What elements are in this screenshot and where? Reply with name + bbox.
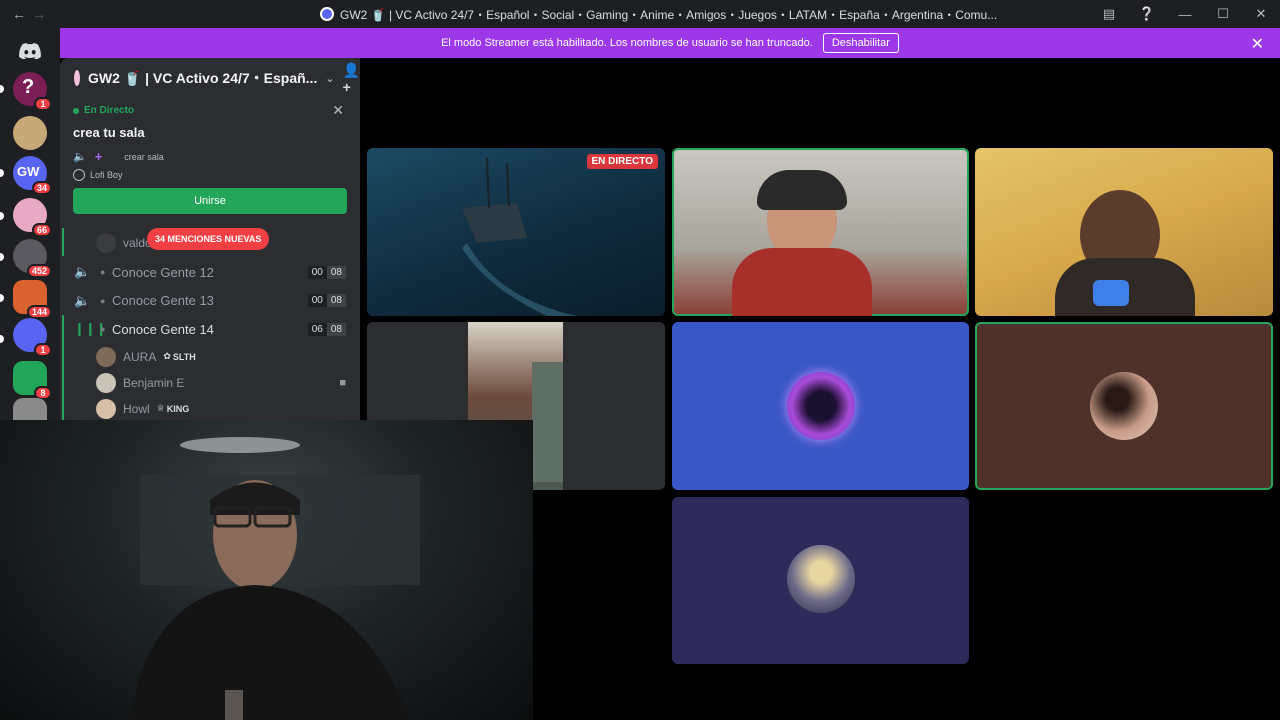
channel-list: valdo 🔈 ● Conoce Gente 12 00 08 🔈 ● Conoc… xyxy=(60,228,360,420)
help-icon[interactable]: ❔ xyxy=(1128,6,1166,22)
chevron-down-icon[interactable]: ⌄ xyxy=(325,72,334,85)
guild-creeper[interactable]: 8 xyxy=(13,361,52,400)
avatar xyxy=(96,398,116,419)
voice-channel-14[interactable]: ❙❙❙ ● Conoce Gente 14 06 08 xyxy=(60,315,360,344)
speaker-icon: 🔈 xyxy=(73,151,87,163)
avatar xyxy=(787,545,855,613)
close-icon[interactable]: ✕ xyxy=(1251,34,1264,54)
guild-question[interactable]: ? 1 xyxy=(13,72,52,111)
stage-channel-name: crear sala xyxy=(124,151,164,162)
arrow-right-icon[interactable]: → xyxy=(32,6,46,22)
disable-streamer-button[interactable]: Deshabilitar xyxy=(822,33,899,53)
guild-anime-2[interactable]: 452 xyxy=(13,239,52,278)
avatar xyxy=(787,372,855,440)
user-limit-badge: 00 08 xyxy=(307,294,346,308)
streamer-facecam xyxy=(0,420,533,720)
video-tile-webcam-1[interactable] xyxy=(672,148,969,316)
new-mentions-pill[interactable]: 34 MENCIONES NUEVAS xyxy=(147,228,270,250)
guild-collage[interactable]: 144 xyxy=(13,280,52,319)
user-limit-badge: 06 08 xyxy=(307,322,346,336)
stream-tile-game[interactable]: EN DIRECTO xyxy=(367,148,665,316)
live-audio-icon: ❙❙❙ xyxy=(74,321,107,337)
channel-sidebar: GW2 🥤 | VC Activo 24/7・Españ... ⌄ 👤+ En … xyxy=(60,58,360,420)
inbox-icon[interactable]: ▤ xyxy=(1090,6,1128,22)
close-icon[interactable]: ✕ xyxy=(1242,6,1280,22)
avatar xyxy=(96,372,116,393)
guild-cat[interactable] xyxy=(13,116,47,150)
users-icon: ● xyxy=(100,324,106,335)
streamer-mode-banner: El modo Streamer está habilitado. Los no… xyxy=(60,28,1280,58)
speaker-icon: 🔈 xyxy=(74,264,91,280)
voice-channel-13[interactable]: 🔈 ● Conoce Gente 13 00 08 xyxy=(60,287,360,316)
discord-home-icon[interactable] xyxy=(13,34,47,68)
video-tile-avatar-1[interactable] xyxy=(672,322,969,490)
music-row: Lofi Boy xyxy=(73,169,347,181)
user-limit-badge: 00 08 xyxy=(307,265,346,279)
server-icon xyxy=(320,7,334,21)
guild-discord[interactable]: 1 xyxy=(13,318,52,357)
join-button[interactable]: Unirse xyxy=(73,188,347,214)
stage-channel-row: 🔈 + crear sala xyxy=(73,149,347,164)
close-icon[interactable]: ✕ xyxy=(332,102,344,119)
game-scene xyxy=(462,157,577,316)
leaf-icon: ✿ SLTH xyxy=(163,351,196,362)
video-tile-avatar-3[interactable] xyxy=(672,497,969,664)
avatar xyxy=(1090,372,1158,440)
guild-anime-1[interactable]: 66 xyxy=(13,198,52,237)
stage-title: crea tu sala xyxy=(73,125,145,140)
live-status: En Directo xyxy=(73,105,347,116)
music-bot-icon xyxy=(73,169,85,181)
users-icon: ● xyxy=(100,295,106,306)
video-tile-webcam-2[interactable] xyxy=(975,148,1273,316)
voice-user-aura[interactable]: AURA ✿ SLTH xyxy=(60,344,360,370)
crown-icon: ♕ KING xyxy=(156,403,190,414)
banner-text: El modo Streamer está habilitado. Los no… xyxy=(441,37,813,49)
avatar xyxy=(96,346,116,367)
live-stage-panel: En Directo ✕ crea tu sala 🔈 + crear sala… xyxy=(60,102,360,224)
voice-channel-12[interactable]: 🔈 ● Conoce Gente 12 00 08 xyxy=(60,258,360,287)
arrow-left-icon[interactable]: ← xyxy=(12,6,26,22)
camera-icon: ■ xyxy=(339,376,346,389)
voice-user-howl[interactable]: Howl ♕ KING xyxy=(60,396,360,421)
voice-user-benjamin[interactable]: Benjamin E ■ xyxy=(60,370,360,396)
invite-user-icon[interactable]: 👤+ xyxy=(343,62,360,95)
facecam-scene xyxy=(130,437,420,720)
speaker-icon: 🔈 xyxy=(74,292,91,308)
guild-rail: ? 1 GW 34 66 452 144 1 8 xyxy=(0,28,60,432)
guild-gw2[interactable]: GW 34 xyxy=(13,156,52,195)
video-tile-avatar-2[interactable] xyxy=(975,322,1273,490)
minimize-icon[interactable]: — xyxy=(1166,7,1204,22)
users-icon: ● xyxy=(100,267,106,278)
plus-icon: + xyxy=(94,149,103,164)
server-icon xyxy=(74,70,80,86)
window-title: GW2 🥤 | VC Activo 24/7・Español・Social・Ga… xyxy=(340,7,998,22)
server-name: GW2 🥤 | VC Activo 24/7・Españ... xyxy=(88,70,318,86)
avatar xyxy=(96,233,116,253)
live-dot-icon xyxy=(73,107,79,114)
title-bar: ← → GW2 🥤 | VC Activo 24/7・Español・Socia… xyxy=(0,0,1280,28)
server-header[interactable]: GW2 🥤 | VC Activo 24/7・Españ... ⌄ 👤+ xyxy=(60,58,360,98)
live-badge: EN DIRECTO xyxy=(586,154,658,169)
maximize-icon[interactable]: ☐ xyxy=(1204,6,1242,22)
